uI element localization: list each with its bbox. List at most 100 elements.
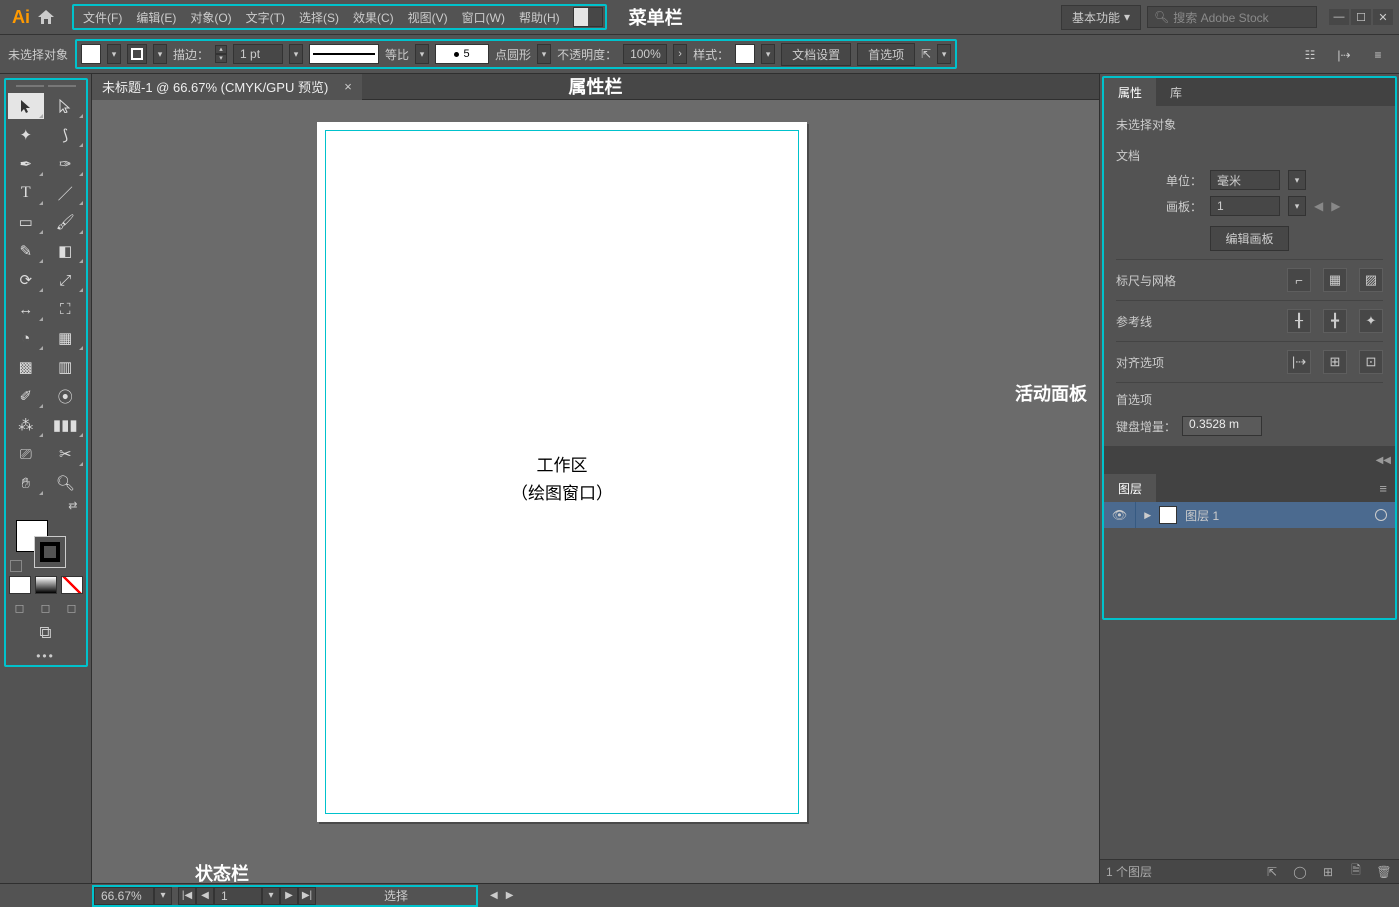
transparency-grid-icon[interactable]: ▨: [1359, 268, 1383, 292]
menu-effect[interactable]: 效果(C): [346, 6, 401, 29]
symbol-sprayer-tool[interactable]: ⁂: [8, 412, 45, 438]
scale-tool[interactable]: ⤢: [47, 267, 84, 293]
stroke-weight-input[interactable]: 1 pt: [233, 44, 283, 64]
rotate-tool[interactable]: ⟳: [8, 267, 45, 293]
fill-stroke-indicator[interactable]: [8, 518, 84, 572]
layer-expand-icon[interactable]: ▶: [1144, 510, 1151, 521]
stroke-dropdown[interactable]: ▾: [153, 44, 167, 64]
line-segment-tool[interactable]: ／: [47, 180, 84, 206]
default-fill-stroke-icon[interactable]: [10, 560, 22, 572]
hscroll-left-icon[interactable]: ◀: [490, 890, 498, 901]
artboard[interactable]: 工作区 （绘图窗口）: [317, 122, 807, 822]
artboard-next-icon[interactable]: ▶: [1331, 199, 1340, 213]
panel-menu-icon[interactable]: ≡: [1367, 44, 1389, 66]
guides-lock-icon[interactable]: ╋: [1323, 309, 1347, 333]
color-mode-gradient[interactable]: [35, 576, 57, 594]
smart-guides-icon[interactable]: ✦: [1359, 309, 1383, 333]
gradient-tool[interactable]: ▥: [47, 354, 84, 380]
menu-object[interactable]: 对象(O): [183, 6, 238, 29]
layer-name[interactable]: 图层 1: [1185, 507, 1219, 524]
preferences-button[interactable]: 首选项: [857, 43, 915, 66]
edit-toolbar-icon[interactable]: •••: [8, 649, 84, 663]
mesh-tool[interactable]: ▩: [8, 354, 45, 380]
screen-mode-icon[interactable]: ⧉: [8, 623, 84, 643]
pen-tool[interactable]: ✒: [8, 151, 45, 177]
workspace-dropdown[interactable]: 基本功能 ▾: [1061, 5, 1141, 30]
next-artboard-button[interactable]: ▶: [280, 887, 298, 905]
unit-select[interactable]: 毫米: [1210, 170, 1280, 190]
profile-dropdown[interactable]: ▾: [415, 44, 429, 64]
prev-artboard-button[interactable]: ◀: [196, 887, 214, 905]
make-clipping-mask-icon[interactable]: ◯: [1291, 865, 1309, 879]
create-sublayer-icon[interactable]: ⊞: [1319, 865, 1337, 879]
hscroll-right-icon[interactable]: ▶: [506, 890, 514, 901]
tab-layers[interactable]: 图层: [1104, 474, 1156, 502]
tab-properties[interactable]: 属性: [1104, 78, 1156, 106]
opacity-dropdown[interactable]: ›: [673, 44, 687, 64]
fill-swatch[interactable]: [81, 44, 101, 64]
delete-layer-icon[interactable]: 🗑︎: [1375, 865, 1393, 879]
zoom-input[interactable]: 66.67%: [94, 887, 154, 905]
brush-definition[interactable]: 5: [435, 44, 489, 64]
variable-width-profile[interactable]: [309, 44, 379, 64]
snap-point-icon[interactable]: |⇢: [1287, 350, 1311, 374]
rectangle-tool[interactable]: ▭: [8, 209, 45, 235]
toolbox-handle[interactable]: [8, 82, 84, 90]
align-icon[interactable]: ☷: [1299, 44, 1321, 66]
type-tool[interactable]: T: [8, 180, 45, 206]
shape-builder-tool[interactable]: ◔: [8, 325, 45, 351]
visibility-icon[interactable]: 👁︎: [1112, 508, 1127, 522]
snap-icon[interactable]: |⇢: [1333, 44, 1355, 66]
status-current-tool[interactable]: 选择: [316, 887, 476, 904]
layer-target-icon[interactable]: [1375, 509, 1387, 521]
pin-icon[interactable]: ⇱: [921, 47, 931, 61]
eyedropper-tool[interactable]: ✐: [8, 383, 45, 409]
last-artboard-button[interactable]: ▶|: [298, 887, 316, 905]
document-tab[interactable]: 未标题-1 @ 66.67% (CMYK/GPU 预览) ×: [92, 74, 362, 100]
draw-behind-icon[interactable]: ◻: [35, 599, 57, 617]
keyboard-increment-input[interactable]: 0.3528 m: [1182, 416, 1262, 436]
direct-selection-tool[interactable]: [47, 93, 84, 119]
menu-window[interactable]: 窗口(W): [455, 6, 512, 29]
curvature-tool[interactable]: ✑: [47, 151, 84, 177]
color-mode-none[interactable]: [61, 576, 83, 594]
panel-collapse-icon[interactable]: ◀◀: [1376, 455, 1391, 466]
first-artboard-button[interactable]: |◀: [178, 887, 196, 905]
artboard-select[interactable]: 1: [1210, 196, 1280, 216]
lasso-tool[interactable]: ⟆: [47, 122, 84, 148]
artboard-select-arrow[interactable]: ▾: [1288, 196, 1306, 216]
magic-wand-tool[interactable]: ✦: [8, 122, 45, 148]
grid-toggle-icon[interactable]: ▦: [1323, 268, 1347, 292]
menu-select[interactable]: 选择(S): [292, 6, 346, 29]
fill-dropdown[interactable]: ▾: [107, 44, 121, 64]
ruler-toggle-icon[interactable]: ⌐: [1287, 268, 1311, 292]
zoom-tool[interactable]: 🔍︎: [47, 470, 84, 496]
document-setup-button[interactable]: 文档设置: [781, 43, 851, 66]
draw-normal-icon[interactable]: ◻: [9, 599, 31, 617]
unit-select-arrow[interactable]: ▾: [1288, 170, 1306, 190]
hand-tool[interactable]: ✋︎: [8, 470, 45, 496]
artboard-tool[interactable]: ⎚: [8, 441, 45, 467]
slice-tool[interactable]: ✂: [47, 441, 84, 467]
arrange-documents-icon[interactable]: [573, 7, 603, 27]
snap-grid-icon[interactable]: ⊡: [1359, 350, 1383, 374]
stroke-weight-dropdown[interactable]: ▾: [289, 44, 303, 64]
layers-panel-menu-icon[interactable]: ≡: [1379, 481, 1387, 496]
artboard-number-input[interactable]: 1: [214, 887, 262, 905]
width-tool[interactable]: ↔: [8, 296, 45, 322]
column-graph-tool[interactable]: ▮▮▮: [47, 412, 84, 438]
eraser-tool[interactable]: ◧: [47, 238, 84, 264]
close-button[interactable]: ✕: [1373, 9, 1393, 25]
locate-object-icon[interactable]: ⇱: [1263, 865, 1281, 879]
zoom-dropdown[interactable]: ▾: [154, 887, 172, 905]
menu-file[interactable]: 文件(F): [76, 6, 129, 29]
opacity-input[interactable]: 100%: [623, 44, 667, 64]
tab-libraries[interactable]: 库: [1156, 78, 1196, 106]
stroke-swatch[interactable]: [127, 44, 147, 64]
menu-help[interactable]: 帮助(H): [512, 6, 567, 29]
color-mode-color[interactable]: [9, 576, 31, 594]
snap-pixel-icon[interactable]: ⊞: [1323, 350, 1347, 374]
graphic-style-swatch[interactable]: [735, 44, 755, 64]
stock-search-input[interactable]: 🔍︎ 搜索 Adobe Stock: [1147, 6, 1317, 28]
edit-artboards-button[interactable]: 编辑画板: [1210, 226, 1288, 251]
